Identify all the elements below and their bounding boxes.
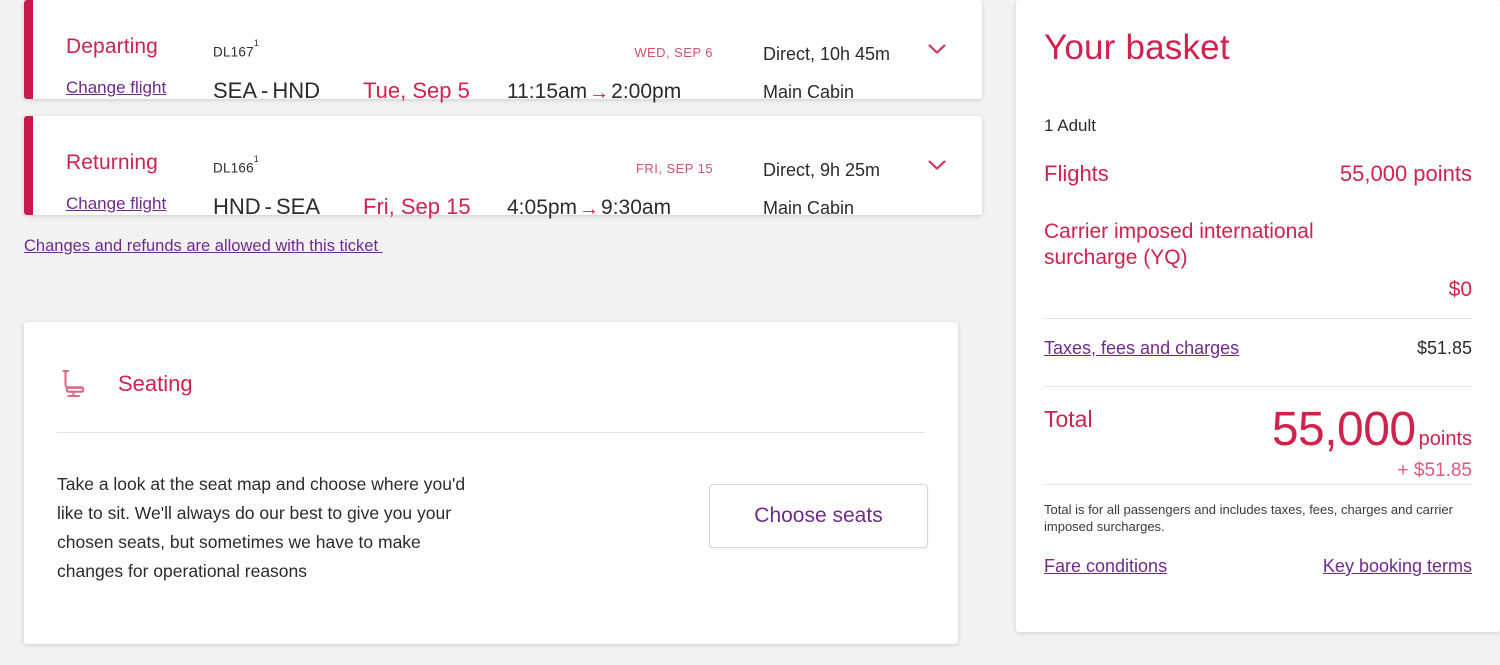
surcharge-label: Carrier imposed international surcharge …: [1044, 220, 1314, 269]
total-points-value: 55,000: [1271, 403, 1416, 456]
depart-date-returning: Fri, Sep 15: [363, 194, 471, 219]
times-departing: 11:15am →2:00pm: [507, 80, 681, 104]
fare-conditions-link[interactable]: Fare conditions: [1044, 556, 1167, 577]
route-returning: HND - SEA: [213, 194, 320, 220]
route-separator: -: [261, 78, 269, 103]
stops-duration-departing: Direct, 10h 45m: [763, 44, 891, 64]
taxes-value: $51.85: [1416, 338, 1472, 358]
leg-title: Returning: [66, 151, 158, 174]
depart-time: 4:05pm: [507, 196, 578, 219]
arrival-day-note-departing: WED, SEP 6: [634, 45, 713, 60]
basket-footer-links: Fare conditions Key booking terms: [1044, 556, 1472, 577]
flight-card-departing[interactable]: Departing Change flight DL1671 SEA - HND T…: [24, 0, 982, 104]
leg-title: Departing: [66, 35, 158, 58]
cabin-returning: Main Cabin: [763, 198, 855, 218]
leg-accent-bar: [24, 116, 33, 215]
flight-number-returning: DL1661: [213, 154, 259, 176]
flight-number-departing: DL1671: [213, 38, 259, 60]
flight-card-body: Returning Change flight DL1661 HND - SEA F…: [33, 116, 982, 220]
arrive-time: 9:30am: [601, 196, 672, 219]
seating-description: Take a look at the seat map and choose w…: [57, 474, 466, 581]
key-booking-terms-link[interactable]: Key booking terms: [1323, 556, 1472, 577]
expand-flight-button-returning[interactable]: [892, 116, 982, 215]
surcharge-value: $0: [1448, 278, 1472, 301]
cabin-departing: Main Cabin: [763, 82, 855, 102]
flight-number-text: DL166: [213, 160, 254, 176]
arrival-day-note-returning: FRI, SEP 15: [636, 161, 713, 176]
total-cash-value: + $51.85: [1397, 460, 1473, 481]
arrow-icon: →: [589, 82, 610, 104]
taxes-fees-charges-link[interactable]: Taxes, fees and charges: [1044, 338, 1239, 359]
seating-card: Seating Take a look at the seat map and …: [24, 322, 958, 644]
route-separator: -: [264, 194, 272, 219]
arrow-icon: →: [579, 198, 600, 220]
airplane-seat-icon: [62, 369, 85, 398]
seating-divider: [57, 432, 925, 433]
flights-value: 55,000 points: [1339, 161, 1472, 186]
passenger-count: 1 Adult: [1044, 116, 1096, 135]
change-flight-link-returning[interactable]: Change flight: [66, 194, 166, 214]
basket-divider-3: [1044, 484, 1472, 485]
destination-code: SEA: [276, 194, 321, 219]
depart-date-departing: Tue, Sep 5: [363, 78, 470, 103]
flight-number-footnote: 1: [253, 154, 260, 165]
basket-panel: Your basket 1 Adult Flights 55,000 point…: [1016, 0, 1500, 632]
flights-label: Flights: [1044, 161, 1109, 186]
change-flight-link-departing[interactable]: Change flight: [66, 78, 166, 98]
flight-number-text: DL167: [213, 44, 254, 60]
depart-time: 11:15am: [507, 80, 588, 103]
total-points-group: 55,000 points: [1272, 402, 1472, 457]
flight-card-body: Departing Change flight DL1671 SEA - HND T…: [33, 0, 982, 104]
origin-code: HND: [213, 194, 261, 219]
stops-duration-returning: Direct, 9h 25m: [763, 160, 881, 180]
leg-accent-bar: [24, 0, 33, 99]
total-fine-print: Total is for all passengers and includes…: [1044, 502, 1453, 534]
booking-page: Departing Change flight DL1671 SEA - HND T…: [0, 0, 1500, 665]
basket-title: Your basket: [1044, 28, 1230, 67]
basket-divider-1: [1044, 318, 1472, 319]
flight-number-footnote: 1: [253, 38, 260, 49]
basket-row-taxes: Taxes, fees and charges $51.85: [1044, 338, 1472, 359]
origin-code: SEA: [213, 78, 258, 103]
seating-header: Seating: [57, 367, 193, 401]
destination-code: HND: [272, 78, 321, 103]
total-points-unit: points: [1418, 428, 1472, 450]
itinerary-column: Departing Change flight DL1671 SEA - HND T…: [24, 0, 982, 256]
chevron-down-icon: [928, 44, 946, 54]
route-departing: SEA - HND: [213, 78, 320, 104]
times-returning: 4:05pm →9:30am: [507, 196, 671, 220]
chevron-down-icon: [928, 160, 946, 170]
flight-card-returning[interactable]: Returning Change flight DL1661 HND - SEA F…: [24, 116, 982, 220]
changes-and-refunds-link[interactable]: Changes and refunds are allowed with thi…: [24, 237, 383, 256]
basket-row-flights: Flights 55,000 points: [1044, 161, 1472, 187]
expand-flight-button-departing[interactable]: [892, 0, 982, 99]
choose-seats-button[interactable]: Choose seats: [709, 484, 928, 548]
total-label: Total: [1044, 406, 1093, 432]
arrive-time: 2:00pm: [611, 80, 682, 103]
basket-divider-2: [1044, 386, 1472, 387]
seating-title: Seating: [118, 371, 193, 396]
